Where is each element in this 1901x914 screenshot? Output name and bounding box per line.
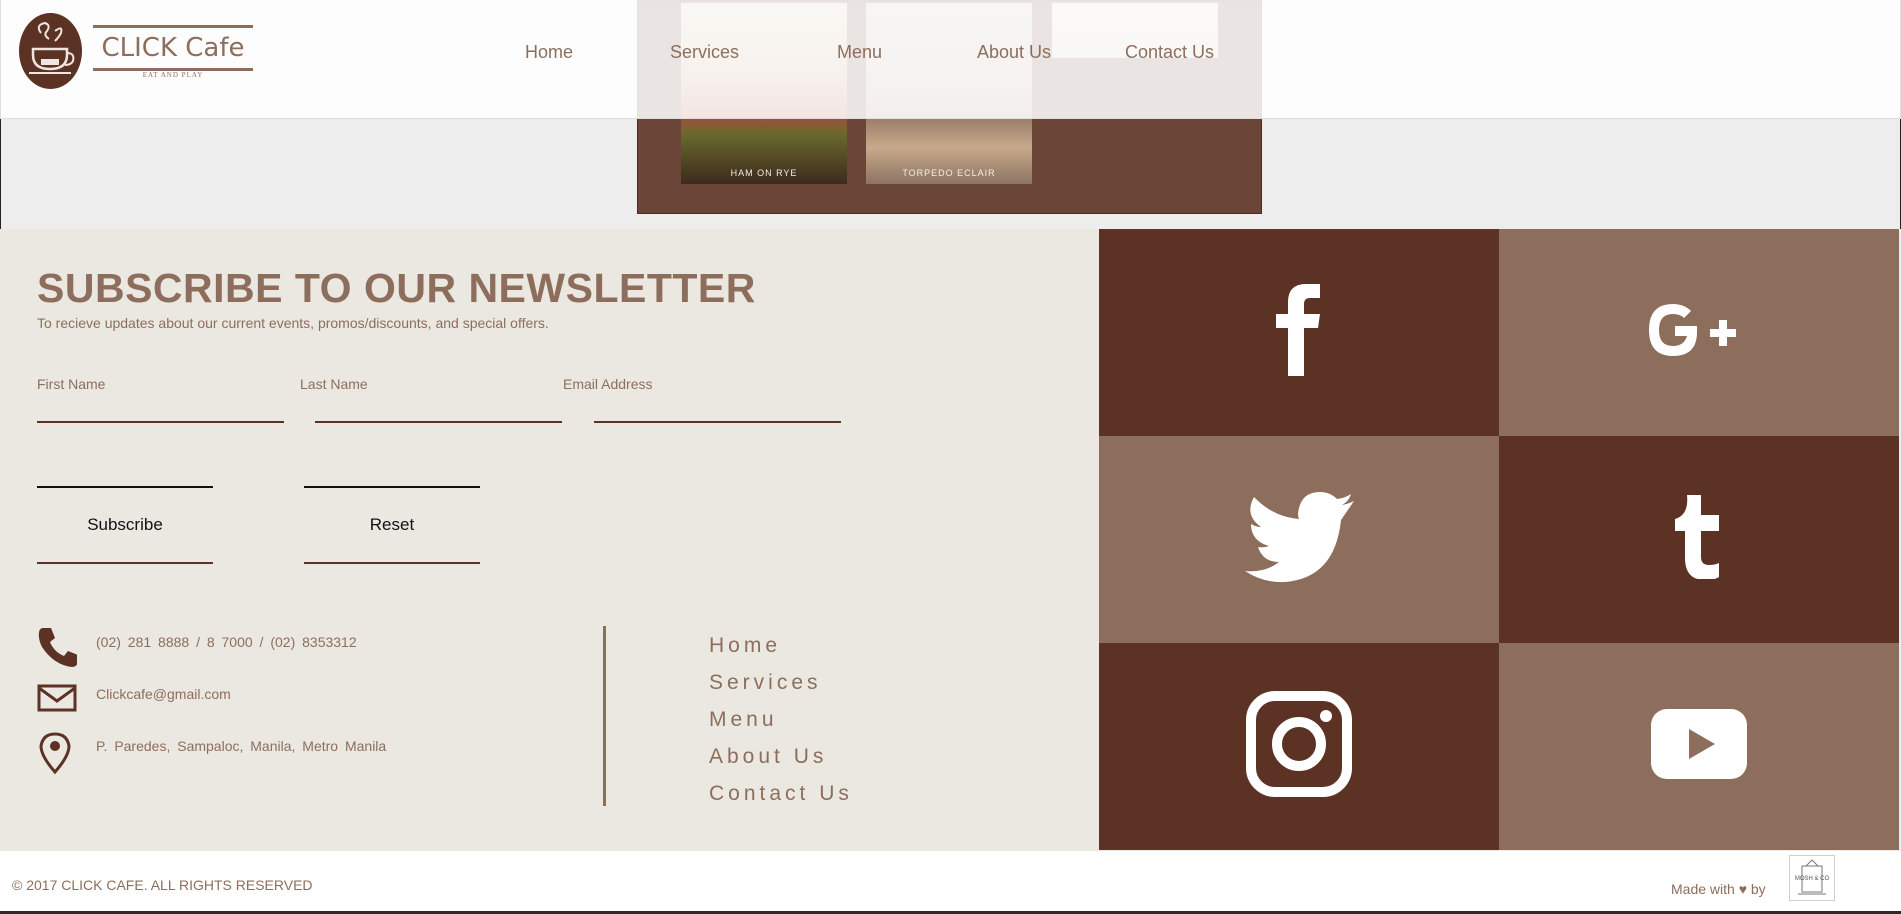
- facebook-tile[interactable]: [1099, 229, 1499, 436]
- mosh-logo-text: MOSH & CO: [1795, 876, 1830, 882]
- location-pin-icon: [37, 732, 73, 779]
- nav-about-us[interactable]: About Us: [977, 42, 1051, 63]
- vertical-divider: [603, 626, 606, 806]
- nav-menu[interactable]: Menu: [837, 42, 882, 63]
- email-field[interactable]: [594, 389, 841, 423]
- facebook-icon: [1274, 284, 1324, 381]
- youtube-tile[interactable]: [1499, 643, 1899, 850]
- mosh-co-logo[interactable]: MOSH & CO: [1789, 855, 1835, 901]
- twitter-icon: [1242, 491, 1356, 588]
- bottom-bar: © 2017 CLICK CAFE. ALL RIGHTS RESERVED M…: [0, 851, 1901, 914]
- nav-services[interactable]: Services: [670, 42, 739, 63]
- newsletter-title: SUBSCRIBE TO OUR NEWSLETTER: [37, 265, 756, 311]
- instagram-tile[interactable]: [1099, 643, 1499, 850]
- copyright-text: © 2017 CLICK CAFE. ALL RIGHTS RESERVED: [12, 877, 313, 893]
- logo-coffee-cup-icon[interactable]: [19, 13, 82, 89]
- logo-tagline: EAT AND PLAY: [142, 71, 204, 79]
- social-grid: [1099, 229, 1899, 851]
- instagram-icon: [1246, 691, 1352, 802]
- made-with-text: Made with ♥ by: [1671, 881, 1766, 897]
- footer-link-services[interactable]: Services: [709, 671, 822, 695]
- newsletter-subtitle: To recieve updates about our current eve…: [37, 315, 549, 331]
- reset-button[interactable]: Reset: [304, 486, 480, 564]
- nav-home[interactable]: Home: [525, 42, 573, 63]
- last-name-field[interactable]: [315, 389, 562, 423]
- footer-link-menu[interactable]: Menu: [709, 708, 778, 732]
- google-plus-icon: [1647, 298, 1751, 367]
- first-name-field[interactable]: [37, 389, 284, 423]
- subscribe-button[interactable]: Subscribe: [37, 486, 213, 564]
- footer-link-about-us[interactable]: About Us: [709, 745, 827, 769]
- menu-thumb-caption: TORPEDO ECLAIR: [902, 168, 996, 178]
- logo-title[interactable]: CLICK Cafe: [93, 25, 253, 71]
- tumblr-icon: [1673, 495, 1725, 584]
- site-header: CLICK Cafe EAT AND PLAY Home Services Me…: [0, 0, 1901, 119]
- contact-email[interactable]: Clickcafe@gmail.com: [96, 686, 231, 702]
- phone-icon: [37, 626, 78, 673]
- twitter-tile[interactable]: [1099, 436, 1499, 643]
- youtube-icon: [1651, 709, 1747, 784]
- footer-link-contact-us[interactable]: Contact Us: [709, 782, 853, 806]
- menu-thumb-caption: HAM ON RYE: [730, 168, 798, 178]
- newsletter-section: SUBSCRIBE TO OUR NEWSLETTER To recieve u…: [0, 229, 1099, 851]
- nav-contact-us[interactable]: Contact Us: [1125, 42, 1214, 63]
- mail-icon: [37, 684, 77, 717]
- contact-address: P. Paredes, Sampaloc, Manila, Metro Mani…: [96, 738, 387, 754]
- phone-number: (02) 281 8888 / 8 7000 / (02) 8353312: [96, 634, 357, 650]
- google-plus-tile[interactable]: [1499, 229, 1899, 436]
- tumblr-tile[interactable]: [1499, 436, 1899, 643]
- footer-link-home[interactable]: Home: [709, 634, 781, 658]
